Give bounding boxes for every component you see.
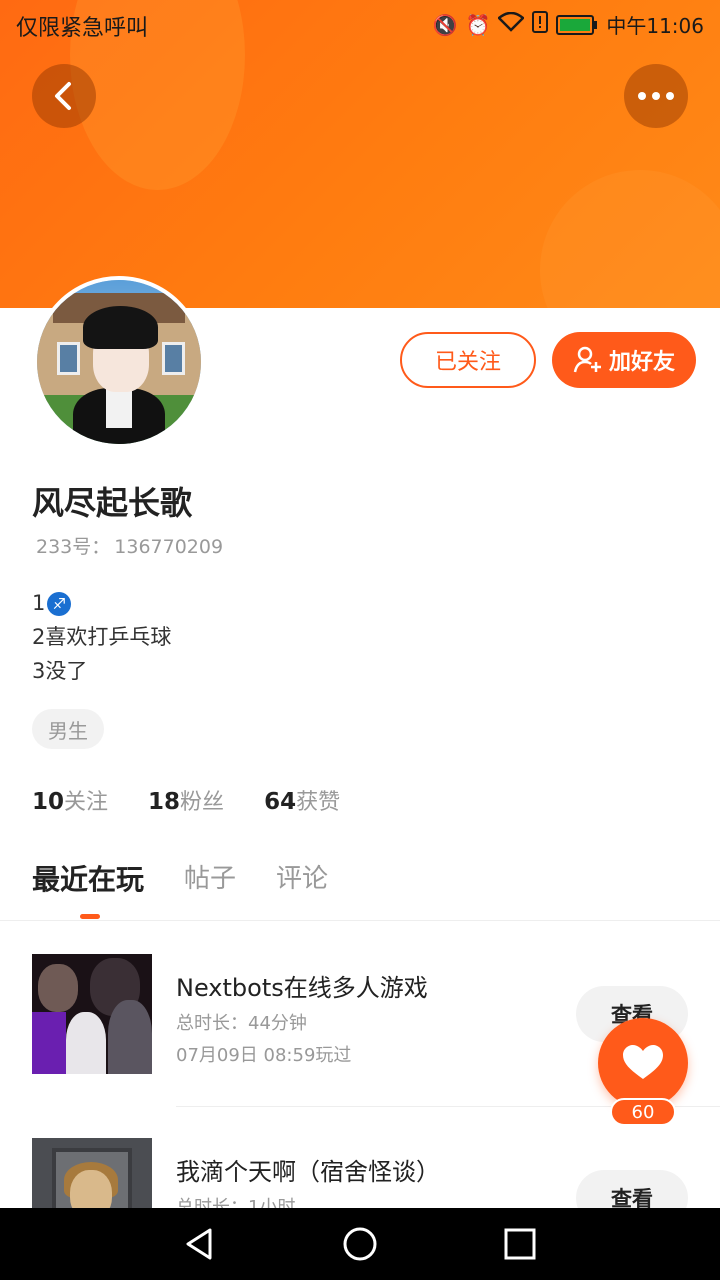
- add-friend-label: 加好友: [608, 350, 675, 375]
- back-button[interactable]: [32, 64, 96, 128]
- tab-comments[interactable]: 评论: [276, 858, 328, 898]
- like-count-badge: 60: [610, 1098, 676, 1126]
- like-button[interactable]: [598, 1018, 688, 1108]
- bio: 1 ♐ 2喜欢打乒乓球 3没了: [32, 586, 171, 688]
- stat-following[interactable]: 10关注: [32, 784, 108, 816]
- game-title: Nextbots在线多人游戏: [176, 974, 428, 1002]
- game-duration: 总时长：44分钟: [176, 1013, 307, 1034]
- game-thumbnail: [32, 954, 152, 1074]
- bio-line1-text: 1: [32, 591, 46, 615]
- heart-icon: [623, 1045, 663, 1079]
- profile-tabs: 最近在玩 帖子 评论: [32, 858, 328, 898]
- add-friend-button[interactable]: 加好友: [552, 332, 696, 388]
- back-triangle-icon[interactable]: [182, 1226, 218, 1262]
- bio-line2: 2喜欢打乒乓球: [32, 625, 172, 649]
- system-nav-bar: [0, 1208, 720, 1280]
- stat-likes[interactable]: 64获赞: [264, 784, 340, 816]
- add-user-icon: [573, 346, 601, 373]
- username: 风尽起长歌: [32, 484, 193, 522]
- followed-button[interactable]: 已关注: [400, 332, 536, 388]
- game-title: 我滴个天啊（宿舍怪谈）: [176, 1158, 440, 1186]
- tab-posts[interactable]: 帖子: [184, 858, 236, 898]
- battery-charging-icon: [556, 14, 598, 35]
- more-dots-icon: [638, 92, 674, 100]
- avatar[interactable]: [33, 276, 205, 448]
- user-id-value: 136770209: [114, 536, 224, 558]
- wifi-icon: [497, 11, 526, 37]
- clock-text: 中午11:06: [606, 14, 704, 38]
- user-id: 233号： 136770209: [32, 532, 223, 559]
- bio-line3: 3没了: [32, 659, 88, 683]
- user-id-label: 233号：: [36, 536, 111, 558]
- active-tab-indicator: [80, 914, 100, 919]
- carrier-text: 仅限紧急呼叫: [16, 16, 149, 41]
- recent-square-icon[interactable]: [502, 1226, 538, 1262]
- sim-alert-icon: [532, 11, 549, 38]
- profile-stats: 10关注 18粉丝 64获赞: [32, 784, 340, 816]
- mute-icon: 🔇: [432, 12, 458, 37]
- tab-recently-played[interactable]: 最近在玩: [32, 858, 144, 898]
- sagittarius-icon: ♐: [47, 592, 72, 616]
- divider: [0, 920, 720, 921]
- gender-tag: 男生: [32, 709, 104, 749]
- game-last-played: 07月09日 08:59玩过: [176, 1045, 352, 1066]
- more-options-button[interactable]: [624, 64, 688, 128]
- home-circle-icon[interactable]: [342, 1226, 378, 1262]
- status-bar: 仅限紧急呼叫 🔇 ⏰ 中午11:06: [0, 0, 720, 50]
- stat-followers[interactable]: 18粉丝: [148, 784, 224, 816]
- chevron-left-icon: [55, 82, 71, 110]
- alarm-icon: ⏰: [465, 12, 491, 37]
